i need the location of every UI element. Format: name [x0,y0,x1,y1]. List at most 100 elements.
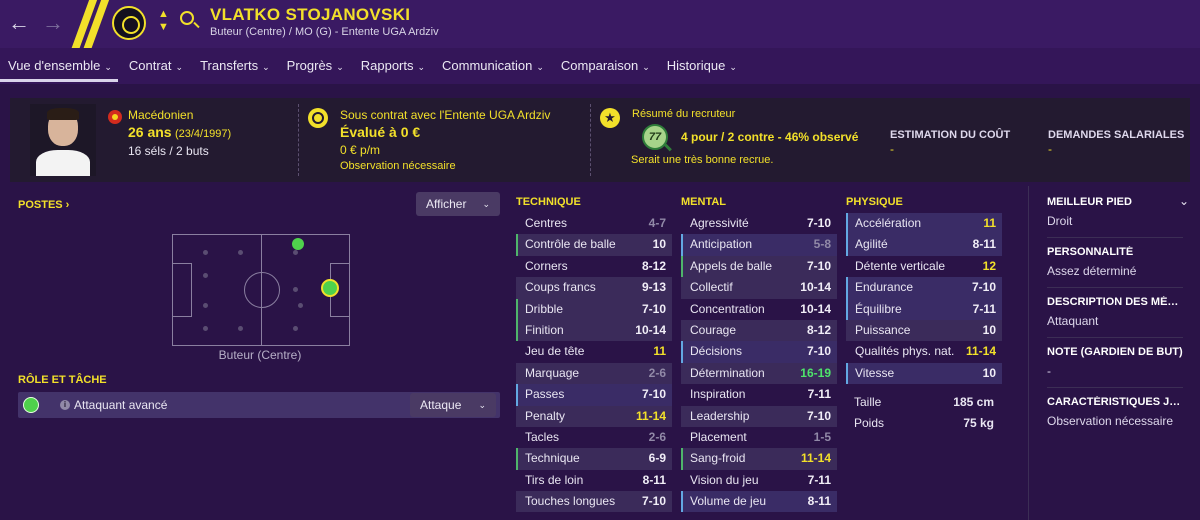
attribute-row[interactable]: Accélération 11 [846,213,1002,235]
attribute-row[interactable]: Jeu de tête 11 [516,341,672,362]
duty-label: Attaque [420,398,462,412]
attribute-row[interactable]: Agilité 8-11 [846,234,1002,256]
star-icon: ★ [600,108,620,128]
attribute-row[interactable]: Technique 6-9 [516,448,672,470]
search-icon[interactable] [180,11,194,25]
personality-block[interactable]: PERSONNALITÉ Assez déterminé [1047,246,1183,278]
attribute-row[interactable]: Leadership 7-10 [681,405,837,427]
attribute-value: 7-10 [971,280,996,295]
attribute-value: 2-6 [648,429,666,444]
attribute-row[interactable]: Équilibre 7-11 [846,298,1002,320]
attribute-row[interactable]: Puissance 10 [846,319,1002,342]
divider [1047,287,1183,288]
player-subtitle[interactable]: Buteur (Centre) / MO (G) - Entente UGA A… [210,26,439,38]
avatar-hair [47,108,79,120]
attribute-row[interactable]: Marquage 2-6 [516,362,672,385]
attribute-row[interactable]: Vision du jeu 7-11 [681,470,837,491]
cost-value: - [890,142,894,156]
attribute-value: 9-13 [641,280,666,295]
chevron-down-icon[interactable]: ⌄ [1179,194,1189,208]
attribute-row[interactable]: Coups francs 9-13 [516,277,672,299]
attribute-row[interactable]: Corners 8-12 [516,256,672,277]
back-arrow-icon[interactable]: ← [8,10,30,36]
media-description-block[interactable]: DESCRIPTION DES MÉD... Attaquant [1047,296,1183,328]
chevron-down-icon: ⌄ [417,62,426,72]
attribute-name: Volume de jeu [690,494,767,509]
forward-arrow-icon[interactable]: → [42,10,64,36]
attribute-row[interactable]: Finition 10-14 [516,319,672,342]
tab-comparison[interactable]: Comparaison ⌄ [561,48,650,84]
role-row[interactable]: i Attaquant avancé Attaque ⌄ [18,392,500,418]
attribute-row[interactable]: Décisions 7-10 [681,341,837,363]
attribute-value: 8-11 [807,494,831,509]
attribute-row[interactable]: Appels de balle 7-10 [681,255,837,278]
attribute-row[interactable]: Centres 4-7 [516,213,672,234]
display-dropdown-label: Afficher [426,197,467,211]
tab-contract[interactable]: Contrat ⌄ [129,48,183,84]
attribute-name: Finition [525,322,564,337]
display-dropdown[interactable]: Afficher ⌄ [416,192,500,216]
club-logo-icon[interactable] [112,6,146,40]
positions-title[interactable]: POSTES › [18,199,69,211]
attribute-value: 16-19 [800,365,831,380]
attribute-row[interactable]: Touches longues 7-10 [516,491,672,513]
contract-text[interactable]: Sous contrat avec l'Entente UGA Ardziv [340,108,550,122]
attribute-value: 8-11 [972,237,996,252]
attributes-mental: MENTAL Agressivité 7-10 Anticipation 5-8 App… [681,196,837,513]
attribute-name: Qualités phys. nat. [855,344,955,359]
attribute-row[interactable]: Collectif 10-14 [681,277,837,299]
position-slot [238,250,243,255]
tab-transfers[interactable]: Transferts ⌄ [200,48,270,84]
mental-header: MENTAL [681,196,727,208]
position-slot [203,250,208,255]
attribute-value: 11-14 [800,451,831,466]
attribute-name: Vitesse [855,365,895,380]
attribute-value: 4-7 [648,216,666,230]
attribute-row[interactable]: Contrôle de balle 10 [516,234,672,256]
info-icon[interactable]: i [60,400,70,410]
attribute-row[interactable]: Courage 8-12 [681,319,837,342]
tab-history[interactable]: Historique ⌄ [667,48,737,84]
attribute-value: 7-11 [807,472,831,487]
player-traits-block[interactable]: CARACTÉRISTIQUES JO... Observation néces… [1047,396,1183,428]
nationality[interactable]: Macédonien [128,108,193,122]
position-marker-mo-g[interactable] [292,238,304,250]
tab-communication[interactable]: Communication ⌄ [442,48,544,84]
tab-overview[interactable]: Vue d'ensemble ⌄ [0,48,118,84]
attribute-row[interactable]: Penalty 11-14 [516,405,672,427]
position-marker-striker[interactable] [321,279,339,297]
attribute-row[interactable]: Tacles 2-6 [516,427,672,448]
attribute-value: 12 [982,258,996,273]
attribute-name: Passes [525,387,565,402]
attribute-row[interactable]: Tirs de loin 8-11 [516,470,672,491]
attribute-name: Vision du jeu [690,472,759,487]
attribute-row[interactable]: Vitesse 10 [846,362,1002,385]
attribute-row[interactable]: Détermination 16-19 [681,362,837,385]
chevron-down-icon: ⌄ [536,62,544,72]
attribute-row[interactable]: Qualités phys. nat. 11-14 [846,341,1002,362]
scout-note: Serait une très bonne recrue. [631,154,774,166]
attribute-value: 7-11 [807,387,831,402]
scout-score-badge[interactable]: 77 [642,124,668,150]
tab-reports[interactable]: Rapports ⌄ [361,48,425,84]
updown-chevron-icon[interactable]: ▲ ▼ [158,8,169,34]
attribute-row[interactable]: Passes 7-10 [516,384,672,406]
best-foot-block[interactable]: MEILLEUR PIED Droit ⌄ [1047,194,1189,228]
chevron-down-icon: ⌄ [478,400,486,410]
attribute-row[interactable]: Détente verticale 12 [846,256,1002,277]
attribute-row[interactable]: Inspiration 7-11 [681,384,837,405]
tab-label: Contrat [128,58,172,73]
duty-dropdown[interactable]: Attaque ⌄ [410,393,496,417]
attribute-row[interactable]: Dribble 7-10 [516,298,672,320]
attribute-row[interactable]: Concentration 10-14 [681,299,837,320]
attribute-row[interactable]: Anticipation 5-8 [681,234,837,256]
attribute-row[interactable]: Endurance 7-10 [846,277,1002,299]
tab-progress[interactable]: Progrès ⌄ [287,48,344,84]
gk-rating-block[interactable]: NOTE (GARDIEN DE BUT) - [1047,346,1183,378]
pitch-center-circle [244,272,280,308]
attribute-row[interactable]: Agressivité 7-10 [681,213,837,234]
attribute-row[interactable]: Placement 1-5 [681,427,837,448]
attribute-name: Sang-froid [690,451,746,466]
attribute-row[interactable]: Sang-froid 11-14 [681,448,837,470]
attribute-row[interactable]: Volume de jeu 8-11 [681,491,837,513]
